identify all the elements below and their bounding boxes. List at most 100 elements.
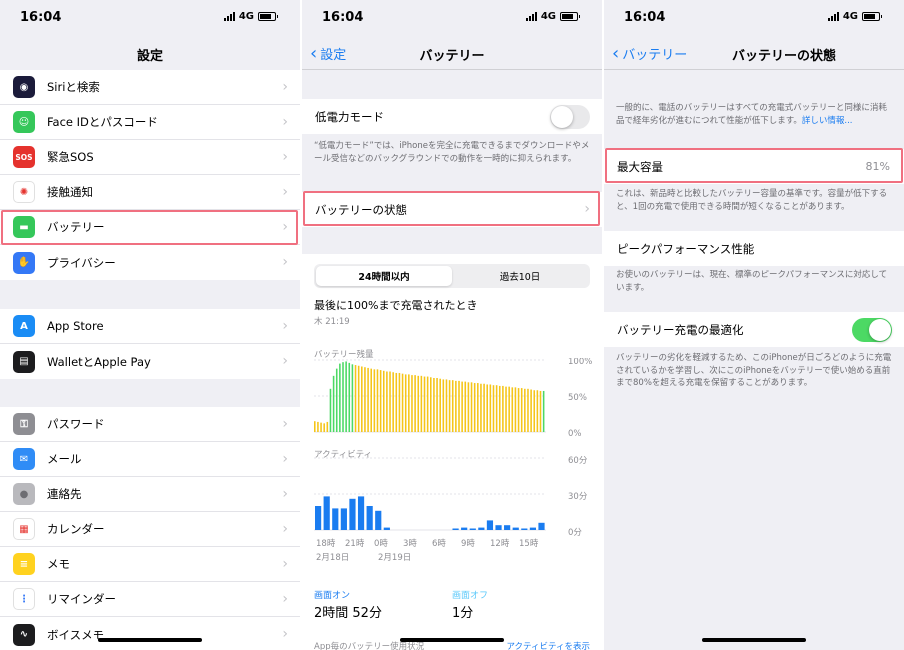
low-power-label: 低電力モード [315, 109, 384, 124]
nav-bar: ‹ 設定 バッテリー [302, 36, 602, 70]
settings-row[interactable]: ⋮ リマインダー › [0, 582, 300, 617]
settings-row[interactable]: ◉ Siriと検索 › [0, 70, 300, 105]
settings-row[interactable]: ▦ カレンダー › [0, 512, 300, 547]
key-icon: ⚿ [13, 413, 35, 435]
battery-screen: 16:04 4G ‹ 設定 バッテリー 低電力モード “低電力モード”では、iP… [302, 0, 602, 650]
calendar-icon: ▦ [13, 518, 35, 540]
battery-level-bar [342, 362, 344, 432]
battery-level-bar [539, 390, 542, 432]
show-activity-link[interactable]: アクティビティを表示 [506, 640, 590, 650]
settings-row[interactable]: SOS 緊急SOS › [0, 140, 300, 175]
battery-level-bar [386, 371, 388, 432]
battery-level-bar [411, 375, 413, 432]
optimized-charging-label: バッテリー充電の最適化 [617, 322, 744, 337]
status-indicators: 4G [525, 11, 580, 22]
activity-tick-60: 60分 [568, 456, 588, 466]
chevron-right-icon: › [282, 184, 288, 200]
exposure-notification-icon: ✺ [13, 181, 35, 203]
nav-bar: 設定 [0, 36, 300, 70]
battery-level-bar [536, 390, 539, 432]
optimized-charging-toggle[interactable] [852, 317, 892, 342]
activity-bar [486, 520, 494, 530]
settings-row-label: パスワード [47, 417, 105, 431]
battery-level-bar [489, 384, 492, 432]
home-indicator [702, 638, 806, 642]
page-title: 設定 [136, 49, 163, 64]
hour-label: 21時 [345, 539, 365, 549]
app-store-icon: A [13, 315, 35, 337]
chevron-right-icon: › [282, 353, 288, 369]
signal-icon [525, 12, 537, 21]
settings-row[interactable]: ≡ メモ › [0, 547, 300, 582]
battery-level-bar [379, 370, 382, 432]
learn-more-link[interactable]: 詳しい情報... [802, 116, 853, 126]
activity-bars [315, 496, 545, 530]
low-power-row: 低電力モード [302, 99, 602, 134]
settings-row-label: App Store [47, 319, 104, 333]
battery-level-bar [335, 368, 338, 432]
battery-level-bar [442, 379, 445, 432]
settings-row-label: プライバシー [47, 255, 116, 270]
peak-performance-label: ピークパフォーマンス性能 [617, 241, 755, 256]
chevron-right-icon: › [282, 416, 288, 432]
battery-status-icon [258, 12, 278, 21]
battery-level-bar [486, 384, 488, 432]
status-time: 16:04 [20, 10, 62, 25]
level-tick-100: 100% [568, 358, 592, 367]
max-capacity-note: これは、新品時と比較したバッテリー容量の基準です。容量が低下すると、1回の充電で… [616, 189, 888, 212]
settings-row-label: カレンダー [47, 522, 105, 536]
settings-row[interactable]: ∿ ボイスメモ › [0, 617, 300, 650]
nav-bar: ‹ バッテリー バッテリーの状態 [604, 36, 904, 70]
settings-row-label: 緊急SOS [47, 150, 94, 164]
activity-chart: 60分 30分 0分 18時 21時 0時 3時 6時 9時 12時 15時 2月18日 2月… [314, 456, 588, 563]
hour-label: 9時 [461, 539, 475, 549]
battery-level-bar [417, 375, 420, 432]
activity-bar [375, 510, 382, 530]
hour-label: 0時 [374, 539, 388, 549]
chevron-right-icon: › [282, 318, 288, 334]
optimized-charging-group: バッテリー充電の最適化 [604, 312, 904, 347]
peak-performance-group: ピークパフォーマンス性能 [604, 231, 904, 266]
siri-icon: ◉ [13, 76, 35, 98]
settings-row-label: メール [47, 452, 82, 466]
chevron-right-icon: › [282, 486, 288, 502]
low-power-toggle[interactable] [550, 104, 590, 129]
tab-24h[interactable]: 24時間以内 [316, 266, 452, 286]
chevron-right-icon: › [282, 254, 288, 270]
battery-level-bar [404, 374, 407, 432]
settings-row[interactable]: ✉ メール › [0, 442, 300, 477]
battery-level-bar [426, 376, 429, 432]
settings-row-label: リマインダー [47, 592, 116, 606]
settings-row[interactable]: ✺ 接触通知 › [0, 175, 300, 210]
battery-level-bar [470, 382, 473, 432]
hour-label: 6時 [432, 539, 446, 549]
battery-level-bar [314, 421, 316, 432]
battery-level-bar [395, 372, 398, 432]
battery-level-bar [423, 376, 426, 432]
settings-row[interactable]: ▤ WalletとApple Pay › [0, 344, 300, 379]
settings-row[interactable]: ☺ Face IDとパスコード › [0, 105, 300, 140]
settings-row[interactable]: ● 連絡先 › [0, 477, 300, 512]
voice-memos-icon: ∿ [13, 623, 35, 646]
settings-row[interactable]: A App Store › [0, 309, 300, 344]
settings-row[interactable]: ✋ プライバシー › [0, 245, 300, 280]
face-id-icon: ☺ [13, 111, 35, 133]
activity-bar [332, 508, 339, 530]
activity-bar [538, 522, 545, 530]
battery-level-bar [492, 385, 495, 432]
tab-10d[interactable]: 過去10日 [452, 266, 588, 286]
chevron-right-icon: › [282, 149, 288, 165]
activity-bar [529, 527, 536, 530]
settings-row-label: ボイスメモ [47, 627, 105, 642]
battery-level-bar [348, 362, 351, 432]
network-type: 4G [842, 11, 858, 22]
hour-label: 15時 [519, 539, 539, 549]
activity-bar [383, 527, 390, 530]
page-title: バッテリー [419, 49, 485, 64]
battery-level-bar [373, 369, 376, 432]
battery-level-bar [542, 390, 545, 432]
activity-bar [478, 527, 485, 530]
settings-row[interactable]: ⚿ パスワード › [0, 407, 300, 442]
signal-icon [223, 12, 235, 21]
status-bar: 16:04 4G [0, 0, 300, 36]
